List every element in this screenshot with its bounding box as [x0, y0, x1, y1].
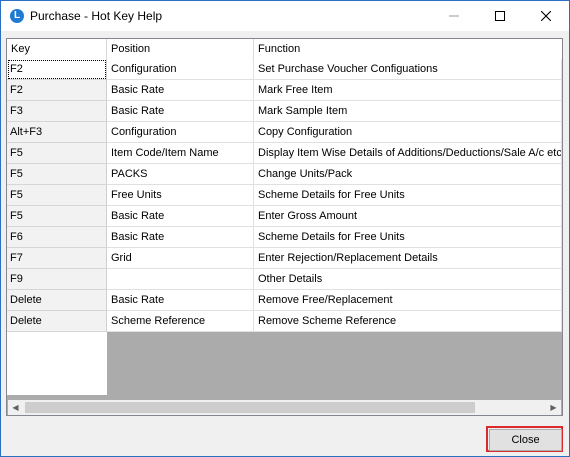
- table-row[interactable]: F9 Other Details: [7, 269, 562, 290]
- grid-header: Key Position Function: [7, 39, 562, 60]
- table-row[interactable]: F2 Configuration Set Purchase Voucher Conf…: [7, 59, 562, 80]
- hot-key-help-window: L Purchase - Hot Key Help Key Position F…: [0, 0, 570, 457]
- position-cell[interactable]: Basic Rate: [107, 290, 254, 311]
- position-cell[interactable]: Item Code/Item Name: [107, 143, 254, 164]
- close-window-button[interactable]: [523, 1, 569, 31]
- position-cell[interactable]: [107, 269, 254, 290]
- position-cell[interactable]: Basic Rate: [107, 80, 254, 101]
- function-cell[interactable]: Change Units/Pack: [254, 164, 562, 185]
- function-cell[interactable]: Mark Sample Item: [254, 101, 562, 122]
- table-row[interactable]: F2 Basic Rate Mark Free Item: [7, 80, 562, 101]
- function-cell[interactable]: Other Details: [254, 269, 562, 290]
- key-cell[interactable]: F5: [7, 206, 107, 227]
- table-row[interactable]: F5 Free Units Scheme Details for Free Unit…: [7, 185, 562, 206]
- minimize-button[interactable]: [431, 1, 477, 31]
- function-cell[interactable]: Enter Gross Amount: [254, 206, 562, 227]
- key-cell[interactable]: F9: [7, 269, 107, 290]
- table-row[interactable]: F6 Basic Rate Scheme Details for Free Unit…: [7, 227, 562, 248]
- position-cell[interactable]: Basic Rate: [107, 101, 254, 122]
- horizontal-scrollbar[interactable]: ◀ ▶: [8, 400, 561, 415]
- table-row[interactable]: Alt+F3 Configuration Copy Configuration: [7, 122, 562, 143]
- function-cell[interactable]: Remove Free/Replacement: [254, 290, 562, 311]
- maximize-icon: [495, 11, 505, 21]
- table-row[interactable]: Delete Scheme Reference Remove Scheme Refe…: [7, 311, 562, 332]
- key-cell[interactable]: Delete: [7, 290, 107, 311]
- scroll-left-icon[interactable]: ◀: [8, 400, 23, 415]
- position-cell[interactable]: Configuration: [107, 122, 254, 143]
- table-row[interactable]: F7 Grid Enter Rejection/Replacement Detail…: [7, 248, 562, 269]
- key-cell[interactable]: F2: [7, 59, 107, 80]
- position-cell[interactable]: PACKS: [107, 164, 254, 185]
- grid-rows: F2 Configuration Set Purchase Voucher Conf…: [7, 59, 562, 332]
- position-cell[interactable]: Scheme Reference: [107, 311, 254, 332]
- function-cell[interactable]: Remove Scheme Reference: [254, 311, 562, 332]
- column-header-key[interactable]: Key: [7, 39, 107, 59]
- key-cell[interactable]: F5: [7, 164, 107, 185]
- column-header-function[interactable]: Function: [254, 39, 562, 59]
- table-row[interactable]: Delete Basic Rate Remove Free/Replacement: [7, 290, 562, 311]
- function-cell[interactable]: Display Item Wise Details of Additions/D…: [254, 143, 562, 164]
- maximize-button[interactable]: [477, 1, 523, 31]
- key-cell[interactable]: F7: [7, 248, 107, 269]
- close-button[interactable]: Close: [489, 429, 562, 451]
- key-cell[interactable]: F6: [7, 227, 107, 248]
- app-logo-icon: L: [10, 9, 24, 23]
- position-cell[interactable]: Grid: [107, 248, 254, 269]
- table-row[interactable]: F3 Basic Rate Mark Sample Item: [7, 101, 562, 122]
- close-icon: [541, 11, 551, 21]
- function-cell[interactable]: Set Purchase Voucher Configuations: [254, 59, 562, 80]
- key-cell[interactable]: F2: [7, 80, 107, 101]
- key-cell[interactable]: Alt+F3: [7, 122, 107, 143]
- table-row[interactable]: F5 Basic Rate Enter Gross Amount: [7, 206, 562, 227]
- position-cell[interactable]: Free Units: [107, 185, 254, 206]
- function-cell[interactable]: Copy Configuration: [254, 122, 562, 143]
- function-cell[interactable]: Scheme Details for Free Units: [254, 185, 562, 206]
- hot-key-grid[interactable]: Key Position Function F2 Configuration Set…: [6, 38, 563, 416]
- title-bar[interactable]: L Purchase - Hot Key Help: [1, 1, 569, 31]
- function-cell[interactable]: Scheme Details for Free Units: [254, 227, 562, 248]
- position-cell[interactable]: Configuration: [107, 59, 254, 80]
- minimize-icon: [449, 15, 459, 17]
- column-header-position[interactable]: Position: [107, 39, 254, 59]
- key-cell[interactable]: F3: [7, 101, 107, 122]
- scroll-right-icon[interactable]: ▶: [546, 400, 561, 415]
- function-cell[interactable]: Mark Free Item: [254, 80, 562, 101]
- position-cell[interactable]: Basic Rate: [107, 206, 254, 227]
- key-cell[interactable]: F5: [7, 143, 107, 164]
- grid-empty-area: [7, 332, 107, 395]
- table-row[interactable]: F5 PACKS Change Units/Pack: [7, 164, 562, 185]
- function-cell[interactable]: Enter Rejection/Replacement Details: [254, 248, 562, 269]
- window-title: Purchase - Hot Key Help: [30, 9, 163, 23]
- key-cell[interactable]: F5: [7, 185, 107, 206]
- position-cell[interactable]: Basic Rate: [107, 227, 254, 248]
- scrollbar-thumb[interactable]: [25, 402, 475, 413]
- table-row[interactable]: F5 Item Code/Item Name Display Item Wise D…: [7, 143, 562, 164]
- key-cell[interactable]: Delete: [7, 311, 107, 332]
